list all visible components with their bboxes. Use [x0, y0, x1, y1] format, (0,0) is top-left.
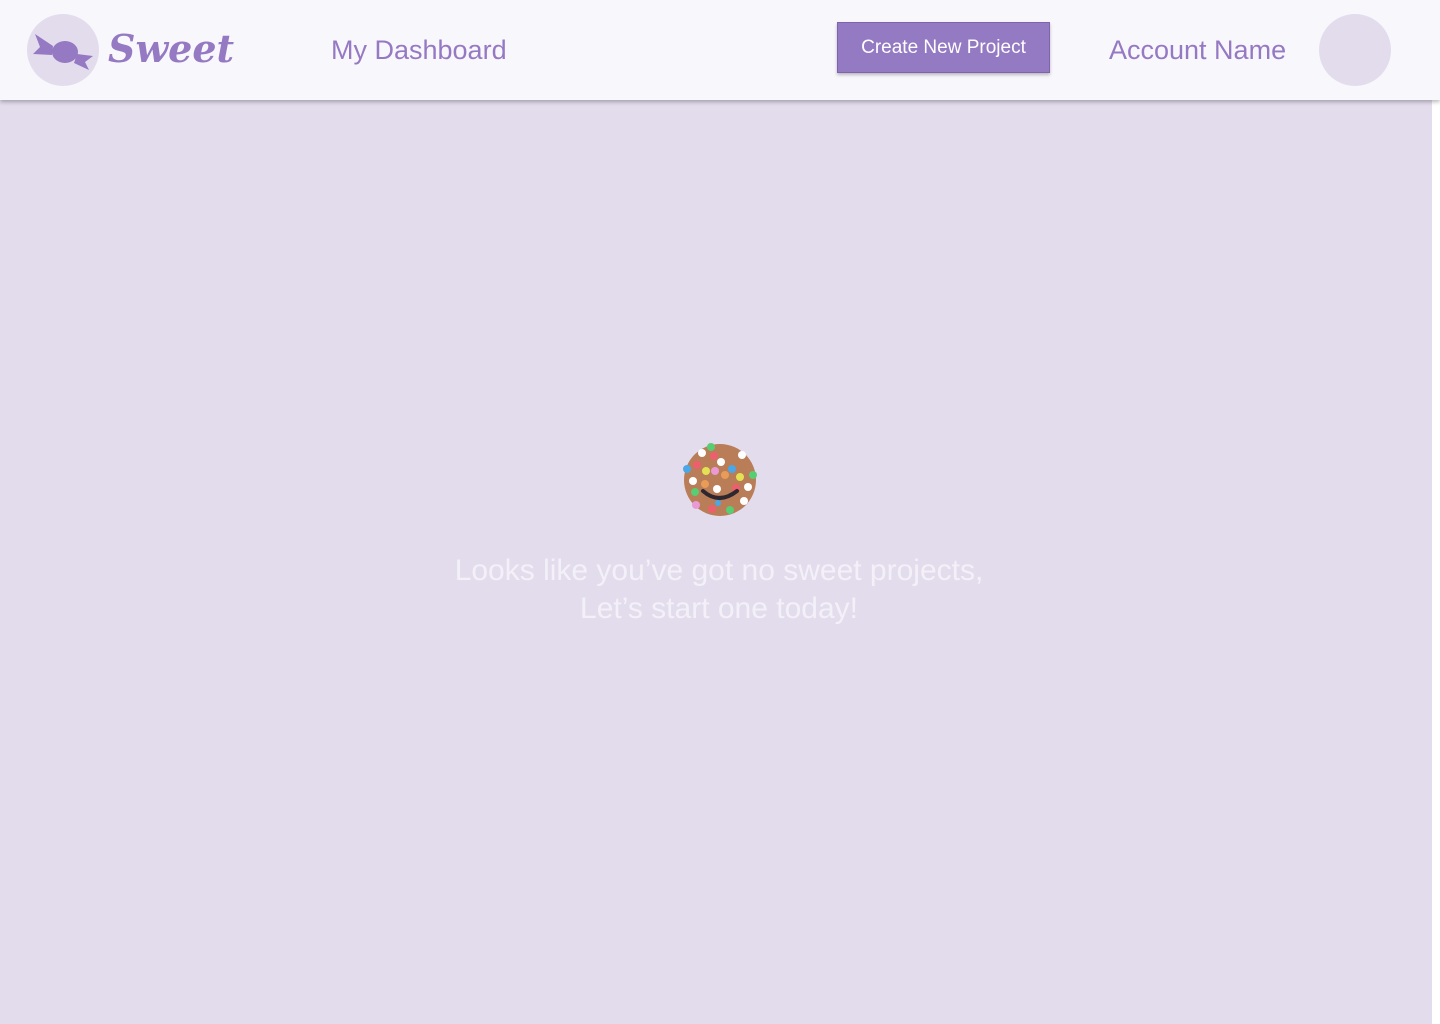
empty-state-message: Looks like you’ve got no sweet projects,… [320, 552, 1118, 628]
sprinkle-cookie-icon [681, 441, 759, 524]
nav-my-dashboard[interactable]: My Dashboard [331, 34, 507, 66]
empty-state-line-2: Let’s start one today! [580, 592, 858, 625]
scroll-gutter [1432, 100, 1440, 1024]
avatar[interactable] [1319, 14, 1391, 86]
create-new-project-button[interactable]: Create New Project [837, 22, 1050, 73]
empty-state-line-1: Looks like you’ve got no sweet projects, [454, 554, 984, 587]
account-name[interactable]: Account Name [1109, 34, 1286, 66]
brand-name: Sweet [108, 26, 235, 71]
candy-icon [33, 34, 93, 70]
logo[interactable] [27, 14, 99, 86]
top-navbar: Sweet My Dashboard Create New Project Ac… [0, 0, 1440, 100]
